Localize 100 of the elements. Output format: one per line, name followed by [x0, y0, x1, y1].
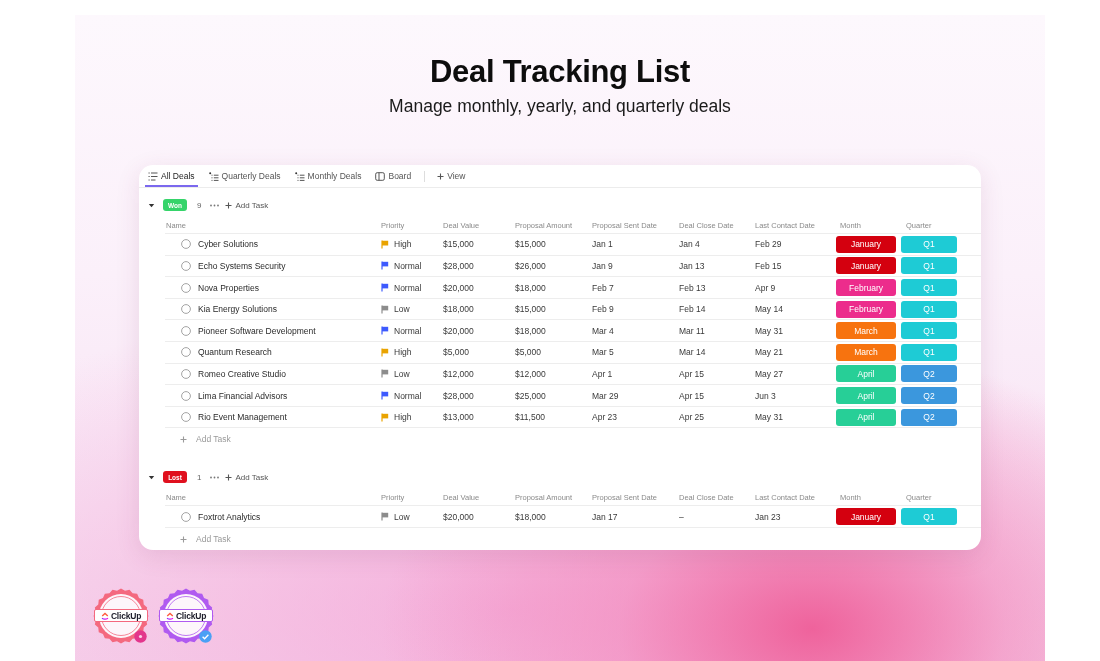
quarter-tag: Q1 [901, 235, 957, 253]
deal-value: $13,000 [443, 412, 474, 423]
more-icon[interactable] [210, 475, 220, 479]
quarter-tag: Q2 [901, 408, 957, 426]
deal-value: $20,000 [443, 325, 474, 336]
quarter-tag: Q1 [901, 279, 957, 297]
hierarchy-list-icon [208, 171, 219, 181]
sent-date: Apr 1 [592, 368, 613, 379]
status-circle-icon[interactable] [181, 390, 191, 401]
close-date: Feb 13 [679, 282, 706, 293]
contact-date: Jun 3 [755, 390, 776, 401]
brand-name: ClickUp [175, 610, 207, 621]
status-circle-icon[interactable] [181, 368, 191, 379]
contact-date: May 14 [755, 304, 783, 315]
logo-icon [100, 611, 109, 620]
task-name[interactable]: Cyber Solutions [198, 239, 258, 250]
contact-date: Feb 15 [755, 260, 782, 271]
priority-label: Normal [394, 282, 422, 293]
contact-date: Jan 23 [755, 511, 781, 522]
contact-date: May 27 [755, 368, 783, 379]
sent-date: Jan 17 [592, 511, 618, 522]
month-tag: February [836, 279, 896, 297]
sent-date: Jan 9 [592, 260, 613, 271]
month-tag: April [836, 365, 896, 383]
task-name[interactable]: Pioneer Software Development [198, 325, 316, 336]
quarter-tag: Q1 [901, 257, 957, 275]
plus-icon [437, 172, 445, 180]
dot-icon [134, 630, 147, 643]
close-date: – [679, 511, 684, 522]
view-tab[interactable]: Board [372, 165, 415, 188]
priority-label: Normal [394, 390, 422, 401]
priority-label: High [394, 412, 412, 423]
task-name[interactable]: Nova Properties [198, 282, 259, 293]
plus-icon [225, 473, 233, 481]
proposal-amount: $18,000 [515, 282, 546, 293]
proposal-amount: $5,000 [515, 347, 541, 358]
task-name[interactable]: Kia Energy Solutions [198, 304, 277, 315]
contact-date: May 31 [755, 325, 783, 336]
deal-value: $20,000 [443, 511, 474, 522]
add-task-button[interactable]: Add Task [223, 472, 271, 482]
task-count: 1 [197, 472, 202, 482]
close-date: Feb 14 [679, 304, 706, 315]
brand-name: ClickUp [110, 610, 142, 621]
add-view-button[interactable]: View [435, 165, 468, 188]
task-name[interactable]: Romeo Creative Studio [198, 368, 286, 379]
status-circle-icon[interactable] [181, 412, 191, 423]
task-name[interactable]: Lima Financial Advisors [198, 390, 288, 401]
quarter-tag: Q1 [901, 508, 957, 526]
status-circle-icon[interactable] [181, 511, 191, 522]
month-tag: January [836, 257, 896, 275]
plus-icon [180, 535, 187, 543]
close-date: Jan 13 [679, 260, 705, 271]
task-name[interactable]: Foxtrot Analytics [198, 511, 261, 522]
contact-date: Feb 29 [755, 239, 782, 250]
page-subtitle: Manage monthly, yearly, and quarterly deals [389, 95, 731, 117]
status-circle-icon[interactable] [181, 347, 191, 358]
view-tab[interactable]: Monthly Deals [291, 165, 365, 188]
view-tab[interactable]: Quarterly Deals [205, 165, 284, 188]
status-circle-icon[interactable] [181, 325, 191, 336]
close-date: Mar 14 [679, 347, 706, 358]
proposal-amount: $26,000 [515, 260, 546, 271]
add-task-button[interactable]: Add Task [223, 200, 271, 210]
status-circle-icon[interactable] [181, 260, 191, 271]
caret-icon[interactable] [148, 201, 155, 209]
deal-value: $28,000 [443, 390, 474, 401]
priority-label: Low [394, 304, 410, 315]
hierarchy-list-icon [294, 171, 305, 181]
sent-date: Mar 29 [592, 390, 619, 401]
quarter-tag: Q2 [901, 365, 957, 383]
sent-date: Feb 7 [592, 282, 614, 293]
task-name[interactable]: Quantum Research [198, 347, 272, 358]
month-tag: April [836, 408, 896, 426]
view-tab[interactable]: All Deals [145, 165, 198, 188]
proposal-amount: $11,500 [515, 412, 546, 423]
close-date: Apr 25 [679, 412, 705, 423]
month-tag: April [836, 387, 896, 404]
proposal-amount: $12,000 [515, 368, 546, 379]
sent-date: Jan 1 [592, 239, 613, 250]
more-icon[interactable] [210, 203, 220, 207]
close-date: Mar 11 [679, 325, 705, 336]
caret-icon[interactable] [148, 473, 155, 481]
proposal-amount: $15,000 [515, 304, 546, 315]
proposal-amount: $18,000 [515, 325, 546, 336]
close-date: Apr 15 [679, 390, 705, 401]
status-circle-icon[interactable] [181, 239, 191, 250]
deal-value: $18,000 [443, 304, 474, 315]
proposal-amount: $18,000 [515, 511, 546, 522]
proposal-amount: $25,000 [515, 390, 546, 401]
task-name[interactable]: Rio Event Management [198, 412, 287, 423]
priority-label: High [394, 347, 412, 358]
task-name[interactable]: Echo Systems Security [198, 260, 286, 271]
priority-label: Low [394, 368, 410, 379]
deal-value: $5,000 [443, 347, 469, 358]
status-circle-icon[interactable] [181, 282, 191, 293]
priority-label: Normal [394, 260, 422, 271]
sent-date: Feb 9 [592, 304, 614, 315]
quarter-tag: Q1 [901, 343, 957, 361]
status-circle-icon[interactable] [181, 304, 191, 315]
deal-value: $20,000 [443, 282, 474, 293]
deal-value: $28,000 [443, 260, 474, 271]
